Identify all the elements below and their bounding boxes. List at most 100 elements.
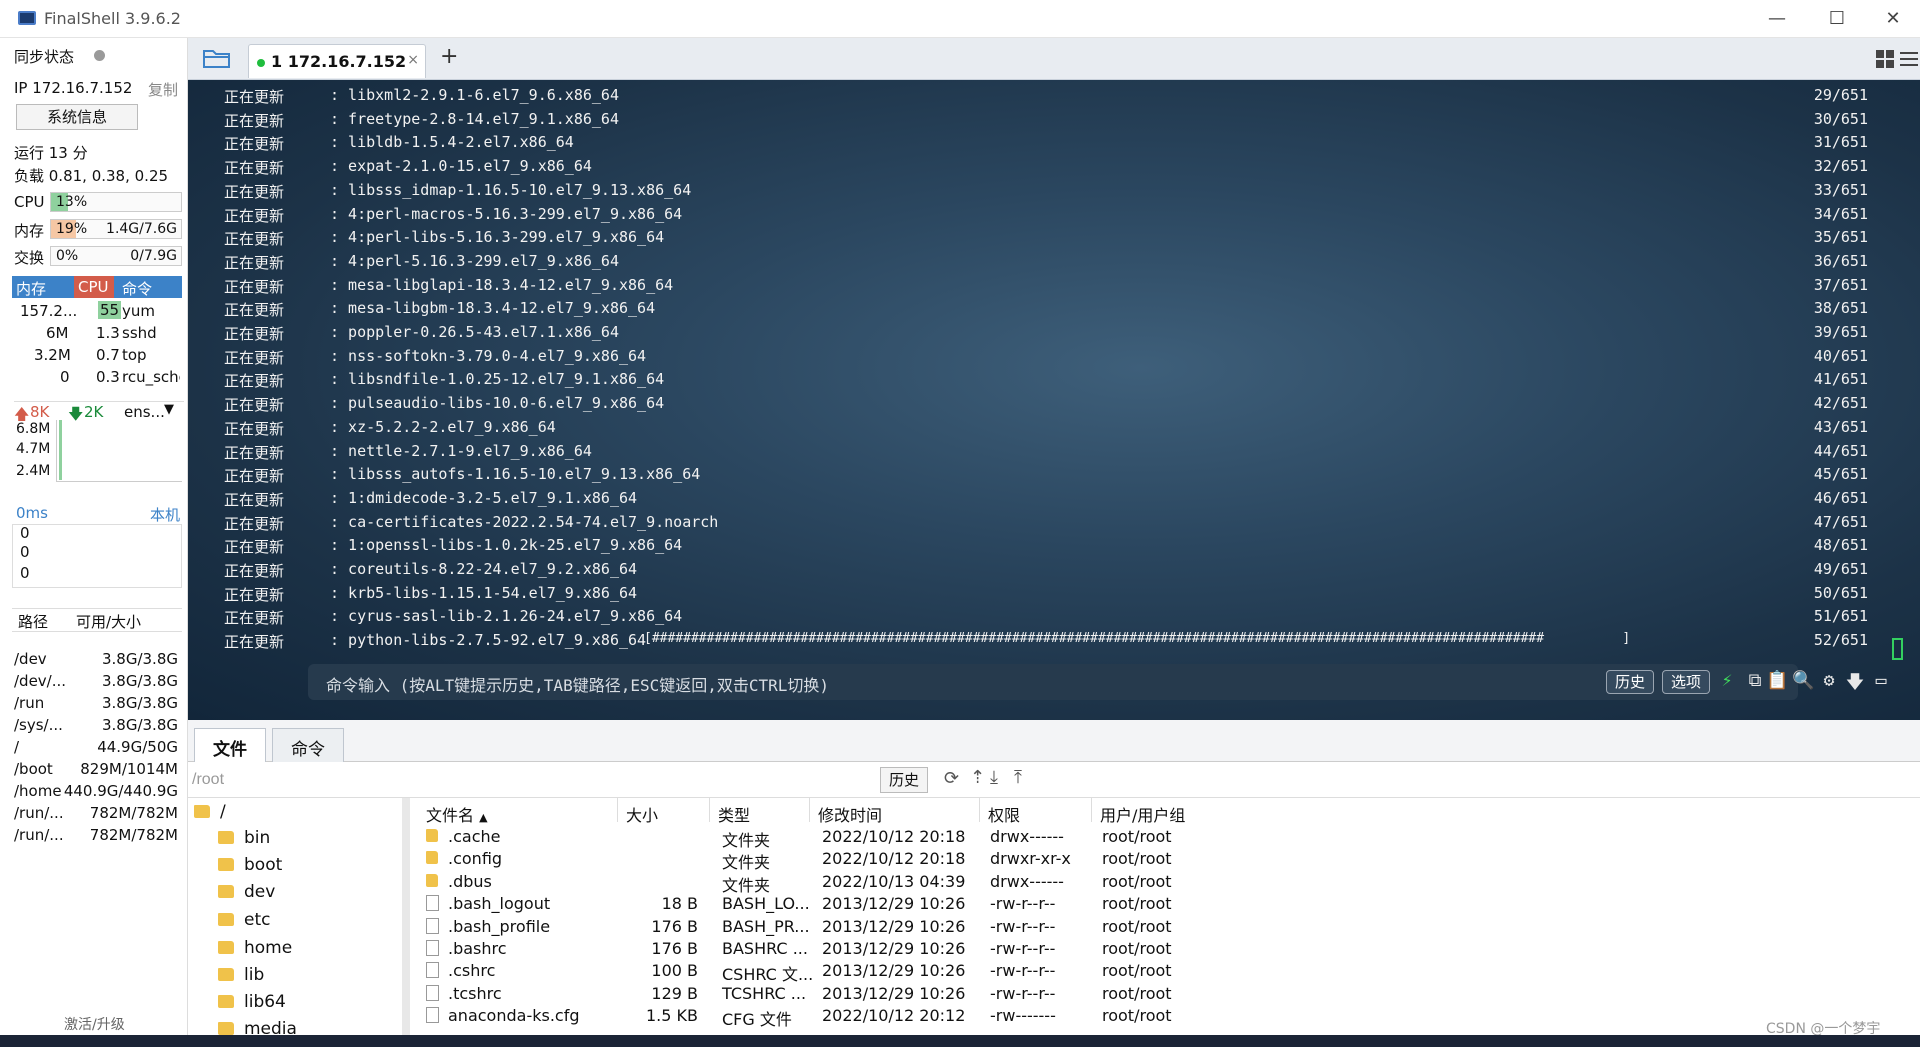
go-up-icon[interactable]: ⇡ <box>970 767 985 788</box>
folder-icon <box>218 1022 234 1035</box>
tree-node-label: lib64 <box>244 992 286 1012</box>
terminal-output[interactable]: 正在更新: libxml2-2.9.1-6.el7_9.6.x86_64 29/6… <box>188 80 1920 720</box>
file-perm: drwx------ <box>990 871 1064 891</box>
minimize-button[interactable]: — <box>1754 4 1800 34</box>
proc-col-mem[interactable]: 内存 <box>16 278 46 299</box>
layout-grid-icon[interactable] <box>1876 50 1894 68</box>
chevron-down-icon[interactable]: ▼ <box>164 402 174 417</box>
tree-node[interactable]: etc <box>218 910 270 930</box>
disk-row[interactable]: /run/... 782M/782M <box>12 824 182 846</box>
line-status: 正在更新 <box>224 325 285 343</box>
menu-icon[interactable] <box>1900 50 1918 68</box>
file-list: 文件名 ▲ 大小 类型 修改时间 权限 用户/用户组 .cache 文件夹 2022… <box>418 798 1920 1035</box>
file-owner: root/root <box>1102 1006 1172 1026</box>
proc-col-cmd[interactable]: 命令 <box>122 278 152 299</box>
disk-row[interactable]: /run/... 782M/782M <box>12 802 182 824</box>
line-status: 正在更新 <box>224 159 285 178</box>
refresh-icon[interactable]: ⟳ <box>944 768 959 789</box>
col-owner[interactable]: 用户/用户组 <box>1092 798 1292 825</box>
process-row[interactable]: 6M 1.3 sshd <box>12 322 182 344</box>
line-status: 正在更新 <box>224 514 285 533</box>
proc-col-cpu[interactable]: CPU <box>74 276 114 298</box>
tree-node[interactable]: media <box>218 1019 297 1035</box>
folder-icon <box>426 829 438 842</box>
disk-row[interactable]: /dev 3.8G/3.8G <box>12 648 182 670</box>
col-type[interactable]: 类型 <box>710 798 810 825</box>
tree-node[interactable]: / <box>194 802 226 822</box>
copy-icon[interactable]: ⧉ <box>1744 670 1766 692</box>
ping-graph <box>12 524 182 588</box>
line-package: : cyrus-sasl-lib-2.1.26-24.el7_9.x86_64 <box>330 607 683 626</box>
disk-row[interactable]: /dev/... 3.8G/3.8G <box>12 670 182 692</box>
activate-upgrade-link[interactable]: 激活/升级 <box>64 1014 125 1034</box>
command-input[interactable]: 命令输入 (按ALT键提示历史,TAB键路径,ESC键返回,双击CTRL切换) <box>326 672 829 696</box>
file-row[interactable]: .bashrc 176 B BASHRC ... 2013/12/29 10:26 -r… <box>418 938 1920 960</box>
tree-node-label: media <box>244 1019 297 1035</box>
history-button[interactable]: 历史 <box>1606 670 1655 694</box>
arrow-down-icon[interactable]: 🡇 <box>1844 670 1866 693</box>
process-row[interactable]: 157.2... 55 yum <box>12 300 182 322</box>
file-row[interactable]: anaconda-ks.cfg 1.5 KB CFG 文件 2022/10/12 20… <box>418 1005 1920 1029</box>
tree-scrollbar[interactable] <box>402 798 410 1035</box>
file-row[interactable]: .cache 文件夹 2022/10/12 20:18 drwx------ root/… <box>418 826 1920 850</box>
disk-col-path[interactable]: 路径 <box>18 611 48 632</box>
file-row[interactable]: .cshrc 100 B CSHRC 文... 2013/12/29 10:26 -rw… <box>418 960 1920 984</box>
line-package: : 1:dmidecode-3.2-5.el7_9.1.x86_64 <box>330 488 638 507</box>
col-mtime[interactable]: 修改时间 <box>810 798 980 825</box>
lightning-icon[interactable]: ⚡ <box>1716 670 1738 692</box>
tree-node[interactable]: dev <box>218 882 275 902</box>
tree-node-label: etc <box>244 910 271 930</box>
disk-row[interactable]: /run 3.8G/3.8G <box>12 692 182 714</box>
options-button[interactable]: 选项 <box>1662 670 1711 694</box>
tree-node[interactable]: lib <box>218 965 264 985</box>
gear-icon[interactable]: ⚙ <box>1818 670 1840 692</box>
disk-path: /sys/... <box>14 716 63 734</box>
disk-size: 3.8G/3.8G <box>101 694 178 712</box>
maximize-button[interactable]: ☐ <box>1814 4 1860 34</box>
tree-node[interactable]: lib64 <box>218 992 286 1012</box>
open-folder-icon[interactable] <box>202 46 232 70</box>
proc-cpu: 1.3 <box>96 324 120 342</box>
tree-node[interactable]: boot <box>218 855 282 875</box>
path-history-button[interactable]: 历史 <box>880 767 929 793</box>
file-row[interactable]: .bash_logout 18 B BASH_LO... 2013/12/29 10:… <box>418 893 1920 915</box>
path-input[interactable] <box>192 767 876 793</box>
sort-asc-icon: ▲ <box>479 811 488 824</box>
tree-node[interactable]: home <box>218 938 292 958</box>
disk-col-size[interactable]: 可用/大小 <box>76 611 141 632</box>
search-icon[interactable]: 🔍 <box>1792 670 1814 692</box>
tree-node[interactable]: bin <box>218 828 270 848</box>
paste-icon[interactable]: 📋 <box>1766 670 1788 692</box>
net-interface-select[interactable]: ens... <box>124 403 165 421</box>
process-row[interactable]: 3.2M 0.7 top <box>12 344 182 366</box>
file-row[interactable]: .bash_profile 176 B BASH_PR... 2013/12/29 1… <box>418 916 1920 938</box>
col-perm[interactable]: 权限 <box>980 798 1092 825</box>
window-icon[interactable]: ▭ <box>1870 670 1892 692</box>
col-size[interactable]: 大小 <box>618 798 710 825</box>
process-row[interactable]: 0 0.3 rcu_sche <box>12 366 182 388</box>
add-tab-button[interactable]: + <box>440 44 458 69</box>
tab-commands[interactable]: 命令 <box>272 728 344 762</box>
ping-host[interactable]: 本机 <box>150 504 180 525</box>
connected-dot-icon <box>257 59 265 67</box>
tab-close-button[interactable]: × <box>407 52 419 68</box>
file-row[interactable]: .dbus 文件夹 2022/10/13 04:39 drwx------ root/r… <box>418 871 1920 895</box>
disk-row[interactable]: /boot 829M/1014M <box>12 758 182 780</box>
command-input-bar[interactable]: 命令输入 (按ALT键提示历史,TAB键路径,ESC键返回,双击CTRL切换) … <box>308 664 1886 700</box>
disk-row[interactable]: /sys/... 3.8G/3.8G <box>12 714 182 736</box>
file-row[interactable]: .tcshrc 129 B TCSHRC ... 2013/12/29 10:26 -r… <box>418 983 1920 1005</box>
col-filename[interactable]: 文件名 ▲ <box>418 798 618 825</box>
file-size: 1.5 KB <box>646 1006 698 1026</box>
disk-row[interactable]: / 44.9G/50G <box>12 736 182 758</box>
download-icon[interactable]: ⤓ <box>990 767 998 788</box>
disk-row[interactable]: /home 440.9G/440.9G <box>12 780 182 802</box>
folder-icon <box>218 968 234 981</box>
terminal-line: 正在更新: poppler-0.26.5-43.el7.1.x86_64 39/6… <box>188 323 1920 346</box>
tab-files[interactable]: 文件 <box>194 728 266 762</box>
tab-session-1[interactable]: 1 172.16.7.152 × <box>248 44 426 78</box>
close-button[interactable]: ✕ <box>1870 4 1916 34</box>
sysinfo-button[interactable]: 系统信息 <box>16 104 138 130</box>
upload-icon[interactable]: ⤒ <box>1014 767 1022 788</box>
file-row[interactable]: .config 文件夹 2022/10/12 20:18 drwxr-xr-x root… <box>418 848 1920 872</box>
copy-ip-button[interactable]: 复制 <box>148 79 178 100</box>
